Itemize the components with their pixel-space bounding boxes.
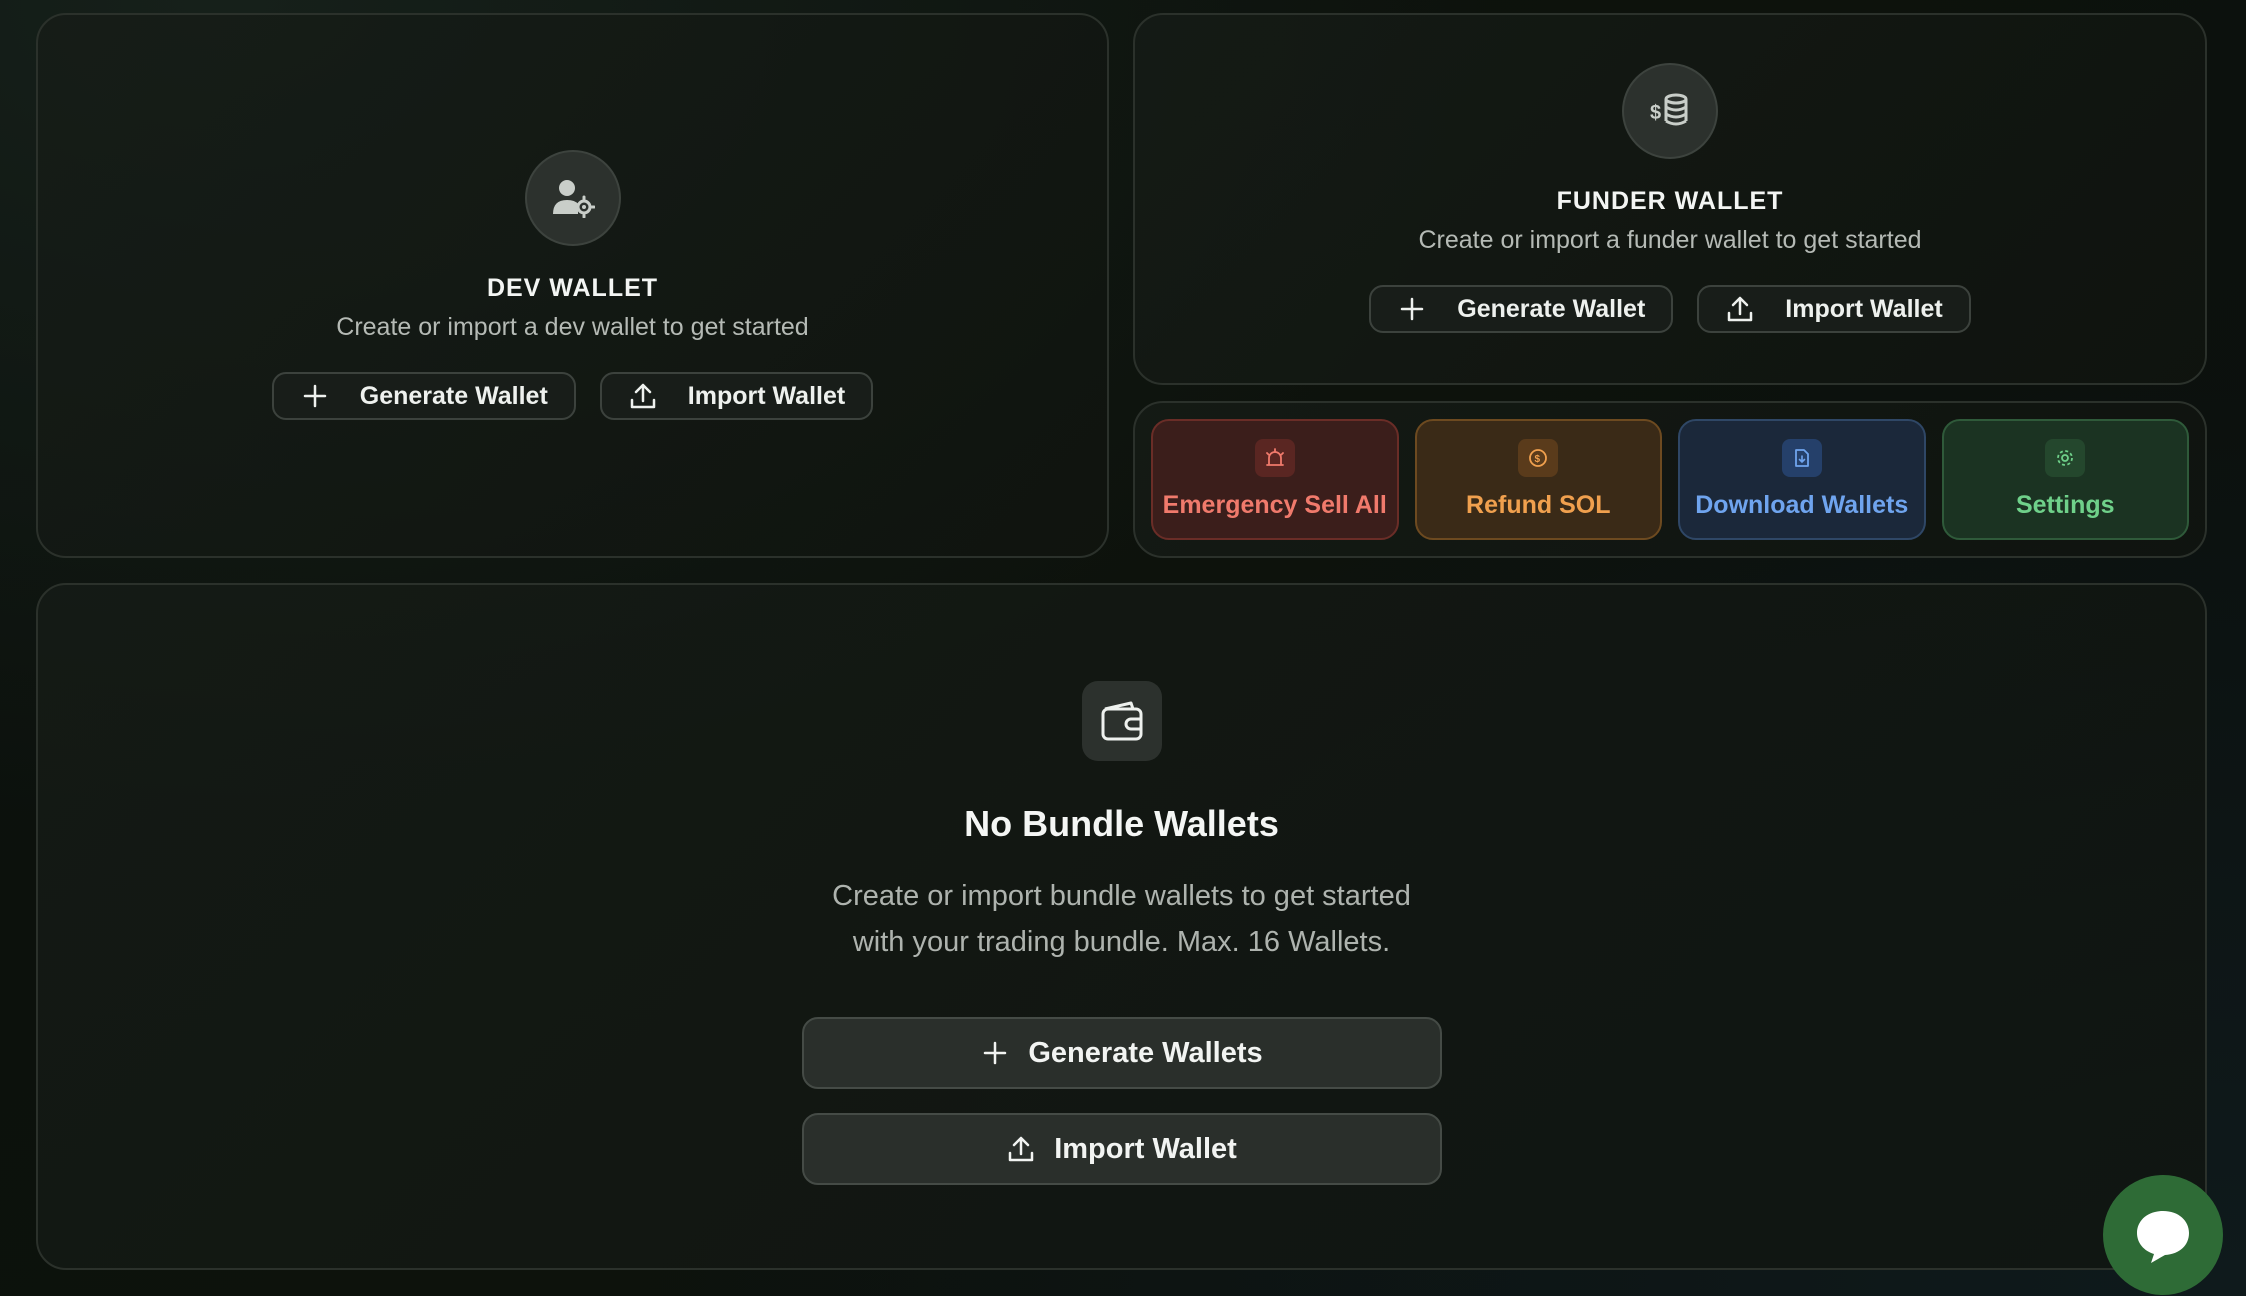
plus-icon [1401, 297, 1424, 321]
dev-wallet-title: DEV WALLET [486, 274, 659, 302]
funder-import-wallet-label: Import Wallet [1785, 294, 1943, 323]
funder-import-wallet-button[interactable]: Import Wallet [1697, 285, 1971, 333]
gear-icon [2045, 439, 2086, 477]
user-gear-icon [524, 150, 621, 246]
funder-wallet-buttons: Generate Wallet Import Wallet [1369, 285, 1971, 333]
plus-icon [303, 384, 327, 408]
generate-wallets-label: Generate Wallets [1028, 1036, 1263, 1069]
funder-wallet-subtitle: Create or import a funder wallet to get … [1418, 226, 1922, 254]
bundle-subtitle-line-2: with your trading bundle. Max. 16 Wallet… [852, 926, 1391, 958]
funder-generate-wallet-button[interactable]: Generate Wallet [1369, 285, 1674, 333]
chat-launcher-button[interactable] [2103, 1175, 2223, 1295]
funder-wallet-title: FUNDER WALLET [1556, 187, 1784, 215]
upload-icon [1728, 296, 1753, 322]
funder-wallet-card: $ FUNDER WALLET Create or import a funde… [1133, 13, 2207, 385]
emergency-sell-all-button[interactable]: Emergency Sell All [1151, 419, 1399, 540]
dev-generate-wallet-label: Generate Wallet [359, 381, 548, 410]
bundle-empty-subtitle: Create or import bundle wallets to get s… [832, 873, 1411, 965]
dev-import-wallet-label: Import Wallet [687, 381, 846, 410]
bundle-wallets-card: No Bundle Wallets Create or import bundl… [36, 583, 2207, 1270]
refund-sol-button[interactable]: $ Refund SOL [1414, 419, 1662, 540]
dev-wallet-buttons: Generate Wallet Import Wallet [271, 372, 874, 420]
bundle-import-wallet-label: Import Wallet [1054, 1132, 1237, 1165]
svg-text:$: $ [1535, 454, 1541, 465]
file-download-icon [1781, 439, 1822, 477]
upload-icon [1008, 1136, 1034, 1162]
funder-generate-wallet-label: Generate Wallet [1457, 294, 1646, 323]
dev-import-wallet-button[interactable]: Import Wallet [599, 372, 874, 420]
quick-actions-grid: Emergency Sell All $ Refund SOL Download… [1151, 419, 2189, 540]
wallet-icon [1081, 681, 1162, 761]
dev-wallet-content: DEV WALLET Create or import a dev wallet… [38, 150, 1107, 420]
quick-actions-card: Emergency Sell All $ Refund SOL Download… [1133, 401, 2207, 558]
plus-icon [984, 1041, 1007, 1065]
bundle-import-wallet-button[interactable]: Import Wallet [801, 1113, 1442, 1185]
dollar-coins-icon: $ [1622, 63, 1718, 159]
bundle-empty-state: No Bundle Wallets Create or import bundl… [38, 681, 2205, 1185]
settings-label: Settings [2015, 491, 2115, 519]
svg-text:$: $ [1650, 102, 1661, 124]
dev-wallet-card: DEV WALLET Create or import a dev wallet… [36, 13, 1109, 558]
emergency-sell-all-label: Emergency Sell All [1162, 491, 1387, 519]
dev-generate-wallet-button[interactable]: Generate Wallet [271, 372, 576, 420]
upload-icon [630, 383, 656, 409]
chat-bubble-icon [2137, 1211, 2189, 1263]
alarm-icon [1254, 439, 1295, 477]
dev-wallet-subtitle: Create or import a dev wallet to get sta… [336, 313, 809, 341]
funder-wallet-content: $ FUNDER WALLET Create or import a funde… [1135, 63, 2205, 333]
refund-sol-label: Refund SOL [1466, 491, 1611, 519]
download-wallets-label: Download Wallets [1695, 491, 1909, 519]
generate-wallets-button[interactable]: Generate Wallets [801, 1017, 1442, 1089]
bundle-subtitle-line-1: Create or import bundle wallets to get s… [832, 880, 1411, 912]
bundle-empty-title: No Bundle Wallets [964, 803, 1279, 844]
download-wallets-button[interactable]: Download Wallets [1678, 419, 1926, 540]
coin-icon: $ [1518, 439, 1559, 477]
settings-button[interactable]: Settings [1941, 419, 2189, 540]
